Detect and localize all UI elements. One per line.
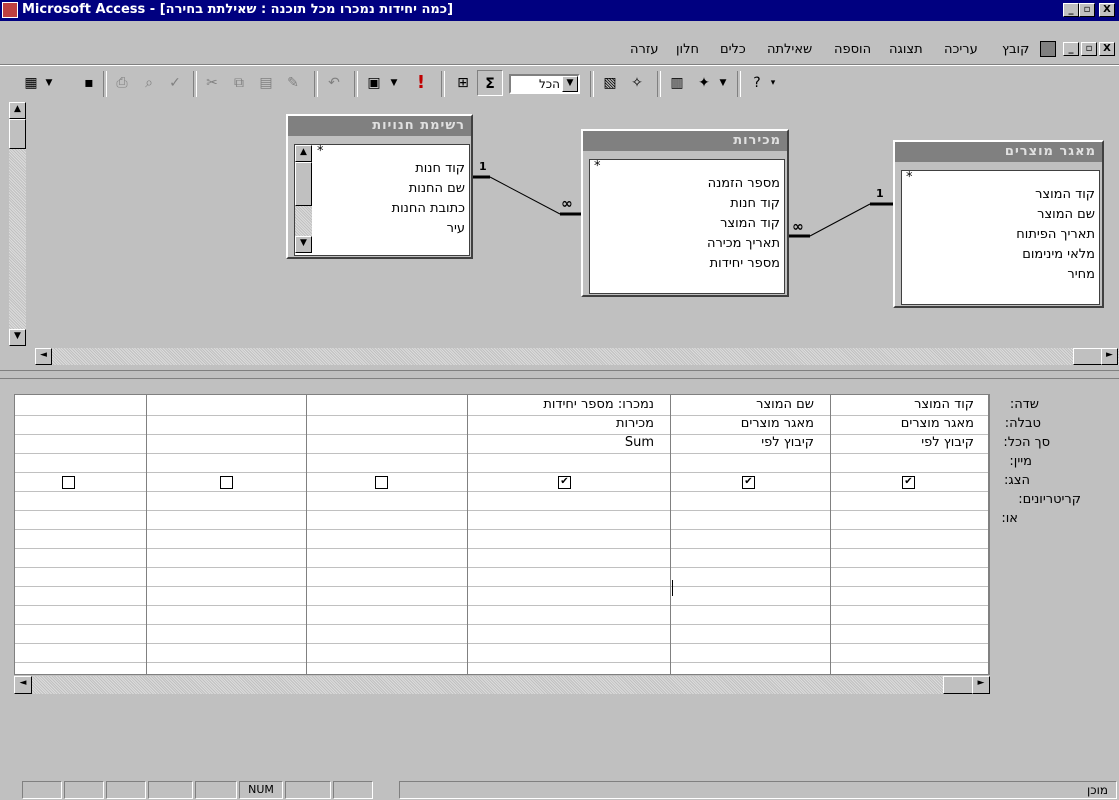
col4-show-checkbox[interactable] [375, 476, 388, 489]
status-bar: NUM מוכן [0, 778, 1119, 800]
col2-total[interactable]: קיבוץ לפי [761, 435, 814, 450]
col2-show-checkbox[interactable]: ✔ [742, 476, 755, 489]
field-dev-date[interactable]: תאריך הפיתוח [902, 225, 1099, 245]
field-city[interactable]: עיר [295, 219, 469, 239]
col1-show-checkbox[interactable]: ✔ [902, 476, 915, 489]
relation-one-label: 1 [479, 160, 487, 173]
relation-many-label-2: ∞ [792, 219, 804, 235]
col2-table[interactable]: מאגר מוצרים [741, 416, 814, 431]
design-grid: קוד המוצר מאגר מוצרים קיבוץ לפי ✔ שם המו… [14, 394, 990, 675]
field-store-name[interactable]: שם החנות [295, 179, 469, 199]
table-sales-title[interactable]: מכירות [583, 131, 787, 151]
col3-table[interactable]: מכירות [616, 416, 654, 431]
relation-many-label: ∞ [561, 196, 573, 212]
col1-field[interactable]: קוד המוצר [914, 397, 974, 412]
status-panel [195, 781, 237, 799]
status-panel [22, 781, 62, 799]
stores-scroll-thumb[interactable] [295, 162, 312, 206]
label-criteria: קריטריונים: [1018, 492, 1081, 507]
status-panel [333, 781, 373, 799]
stores-scroll-up-icon[interactable]: ▲ [295, 145, 312, 162]
field-min-stock[interactable]: מלאי מינימום [902, 245, 1099, 265]
label-total: סך הכל: [1003, 435, 1050, 450]
table-sales[interactable]: מכירות * מספר הזמנה קוד חנות קוד המוצר ת… [581, 129, 789, 297]
field-sale-date[interactable]: תאריך מכירה [590, 234, 784, 254]
grid-scroll-left-icon[interactable]: ◄ [14, 676, 32, 694]
status-panel [285, 781, 331, 799]
field-star[interactable]: * [295, 145, 469, 159]
label-table: טבלה: [1004, 416, 1041, 431]
status-num: NUM [239, 781, 283, 799]
table-stores[interactable]: רשימת חנויות * קוד חנות שם החנות כתובת ה… [286, 114, 473, 259]
status-ready: מוכן [399, 781, 1117, 799]
field-product-code[interactable]: קוד המוצר [902, 185, 1099, 205]
col5-show-checkbox[interactable] [220, 476, 233, 489]
col3-field[interactable]: נמכרו: מספר יחידות [543, 397, 654, 412]
label-or: או: [1001, 511, 1018, 526]
status-panel [106, 781, 146, 799]
table-products[interactable]: מאגר מוצרים * קוד המוצר שם המוצר תאריך ה… [893, 140, 1104, 308]
stores-scroll-down-icon[interactable]: ▼ [295, 236, 312, 253]
table-products-title[interactable]: מאגר מוצרים [895, 142, 1102, 162]
label-sort: מיין: [1009, 454, 1032, 469]
label-show: הצג: [1004, 473, 1030, 488]
status-panel [64, 781, 104, 799]
grid-column-6[interactable] [15, 395, 147, 674]
field-units[interactable]: מספר יחידות [590, 254, 784, 274]
field-star[interactable]: * [590, 160, 784, 174]
field-product-code[interactable]: קוד המוצר [590, 214, 784, 234]
col3-show-checkbox[interactable]: ✔ [558, 476, 571, 489]
col3-total[interactable]: Sum [625, 435, 654, 450]
text-cursor [672, 580, 673, 596]
grid-scroll-thumb[interactable] [943, 676, 973, 694]
field-store-code[interactable]: קוד חנות [295, 159, 469, 179]
table-stores-field-list[interactable]: * קוד חנות שם החנות כתובת החנות עיר [294, 144, 470, 256]
col2-field[interactable]: שם המוצר [756, 397, 814, 412]
status-panel [148, 781, 193, 799]
field-price[interactable]: מחיר [902, 265, 1099, 285]
grid-horizontal-scrollbar[interactable] [14, 676, 990, 694]
grid-column-4[interactable] [306, 395, 468, 674]
field-order-number[interactable]: מספר הזמנה [590, 174, 784, 194]
table-sales-field-list[interactable]: * מספר הזמנה קוד חנות קוד המוצר תאריך מכ… [589, 159, 785, 294]
grid-column-selectors[interactable] [14, 386, 990, 394]
relation-one-label-2: 1 [876, 187, 884, 200]
field-product-name[interactable]: שם המוצר [902, 205, 1099, 225]
col1-table[interactable]: מאגר מוצרים [901, 416, 974, 431]
pane-splitter[interactable] [0, 370, 1119, 379]
col1-total[interactable]: קיבוץ לפי [921, 435, 974, 450]
field-store-address[interactable]: כתובת החנות [295, 199, 469, 219]
field-store-code[interactable]: קוד חנות [590, 194, 784, 214]
table-stores-title[interactable]: רשימת חנויות [288, 116, 471, 136]
col6-show-checkbox[interactable] [62, 476, 75, 489]
field-star[interactable]: * [902, 171, 1099, 185]
label-field: שדה: [1009, 397, 1039, 412]
table-products-field-list[interactable]: * קוד המוצר שם המוצר תאריך הפיתוח מלאי מ… [901, 170, 1100, 305]
grid-scroll-right-icon[interactable]: ► [972, 676, 990, 694]
grid-column-5[interactable] [146, 395, 307, 674]
